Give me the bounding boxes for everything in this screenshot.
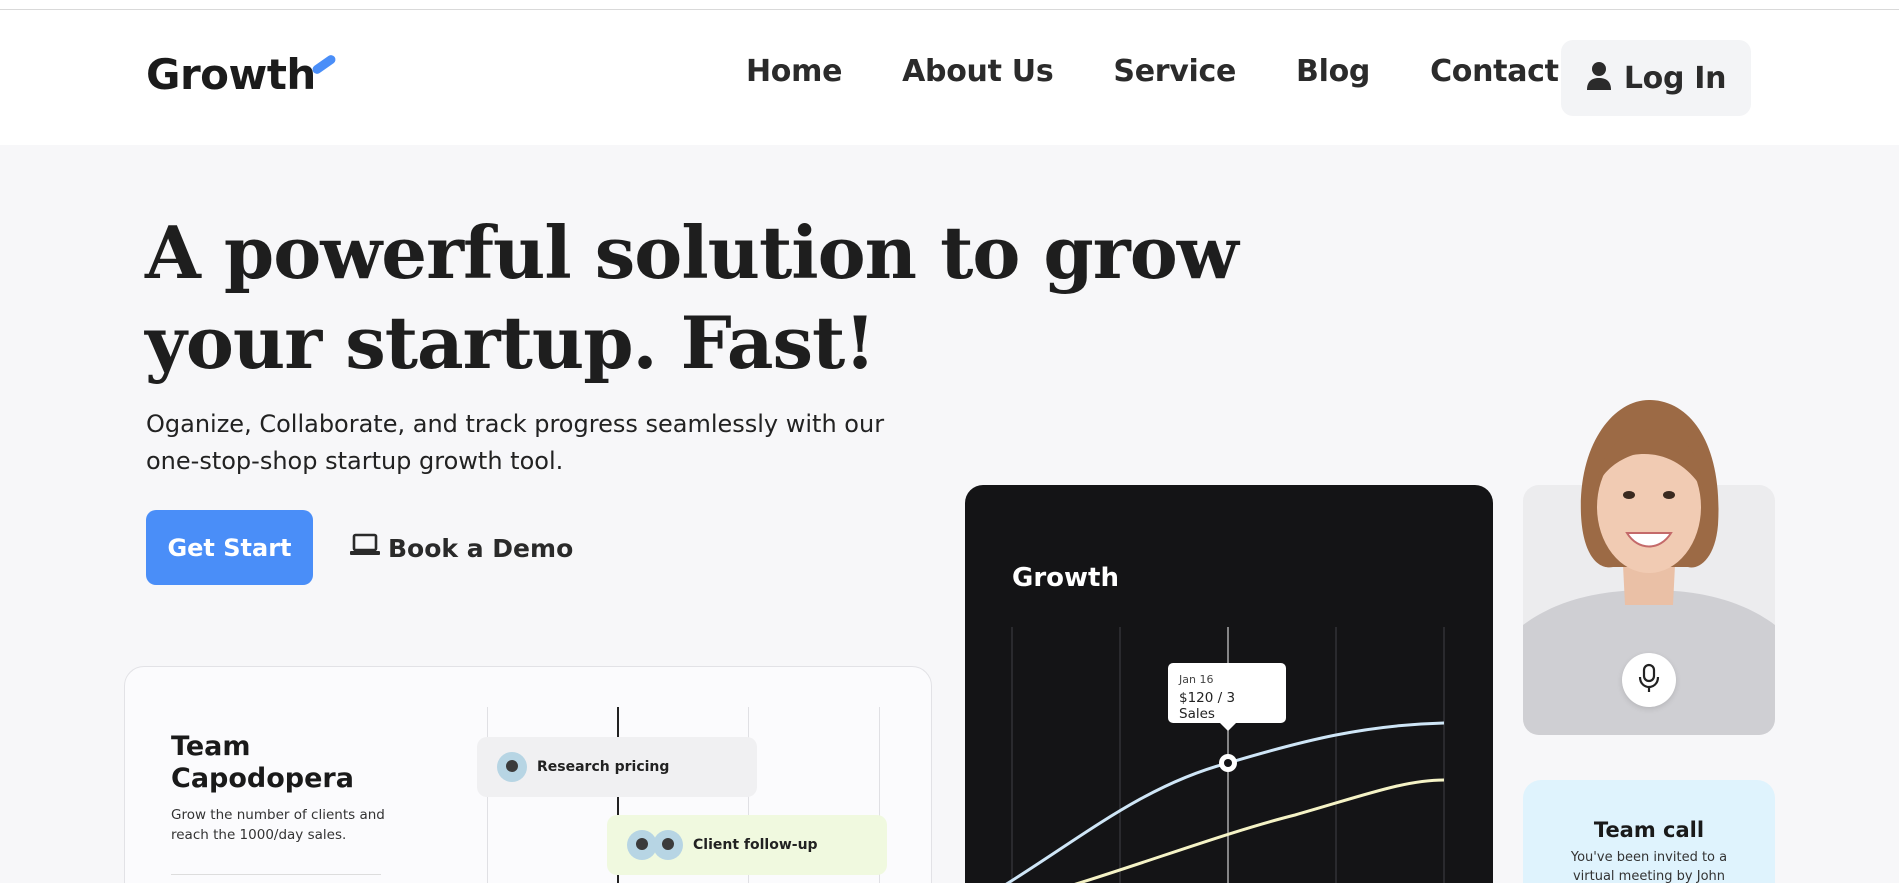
growth-chart-card: Growth Jan 16 $120 / 3 Sales bbox=[965, 485, 1493, 883]
divider bbox=[171, 874, 381, 875]
growth-title: Growth bbox=[1012, 563, 1119, 593]
main-nav: Home About Us Service Blog Contact bbox=[746, 54, 1559, 89]
task-label: Client follow-up bbox=[693, 837, 818, 853]
user-icon bbox=[1586, 61, 1612, 95]
team-card: Team Capodopera Grow the number of clien… bbox=[124, 666, 932, 883]
nav-blog[interactable]: Blog bbox=[1296, 54, 1370, 89]
nav-home[interactable]: Home bbox=[746, 54, 842, 89]
chart-tooltip: Jan 16 $120 / 3 Sales bbox=[1168, 663, 1286, 731]
tooltip-date: Jan 16 bbox=[1179, 673, 1214, 686]
hero-title: A powerful solution to grow your startup… bbox=[145, 210, 1239, 385]
login-button[interactable]: Log In bbox=[1561, 40, 1751, 116]
nav-service[interactable]: Service bbox=[1113, 54, 1236, 89]
team-title: Team Capodopera bbox=[171, 731, 354, 794]
hero-subtitle: Oganize, Collaborate, and track progress… bbox=[146, 410, 885, 475]
team-description: Grow the number of clients and reach the… bbox=[171, 807, 385, 843]
nav-contact[interactable]: Contact bbox=[1430, 54, 1559, 89]
task-research-pricing[interactable]: Research pricing bbox=[477, 737, 757, 797]
avatar bbox=[653, 830, 683, 860]
site-header: Growth Home About Us Service Blog Contac… bbox=[0, 10, 1899, 145]
get-start-button[interactable]: Get Start bbox=[146, 510, 313, 585]
task-label: Research pricing bbox=[537, 759, 670, 775]
task-client-follow-up[interactable]: Client follow-up bbox=[607, 815, 887, 875]
team-call-text: You've been invited to a virtual meeting… bbox=[1570, 850, 1728, 883]
book-demo-button[interactable]: Book a Demo bbox=[350, 530, 573, 566]
team-call-title: Team call bbox=[1593, 818, 1705, 842]
nav-about-us[interactable]: About Us bbox=[902, 54, 1054, 89]
top-border bbox=[0, 0, 1899, 10]
login-label: Log In bbox=[1623, 60, 1727, 96]
tooltip-value: $120 / 3 Sales bbox=[1179, 690, 1236, 722]
microphone-icon bbox=[1637, 663, 1661, 697]
team-call-card[interactable]: Team call You've been invited to a virtu… bbox=[1523, 780, 1775, 883]
laptop-icon bbox=[350, 533, 380, 563]
avatar bbox=[497, 752, 527, 782]
logo[interactable]: Growth bbox=[146, 50, 316, 99]
microphone-button[interactable] bbox=[1622, 653, 1676, 707]
book-demo-label: Book a Demo bbox=[388, 533, 574, 563]
